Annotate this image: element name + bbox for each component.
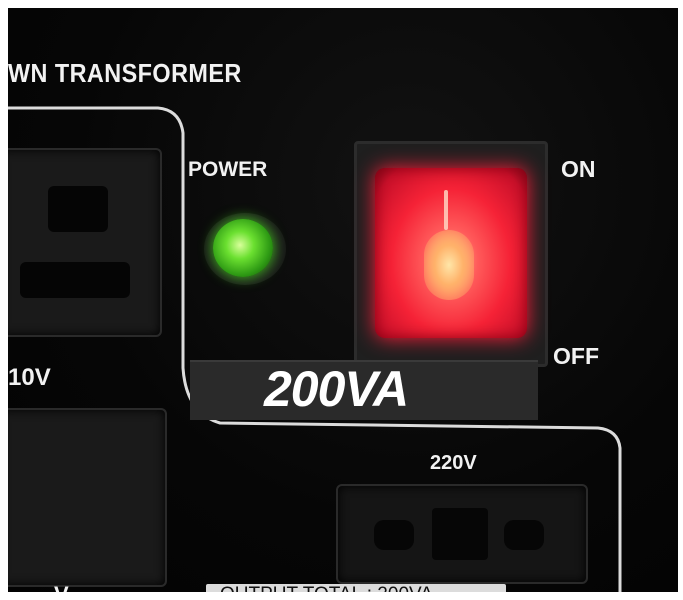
switch-bar-mark [444, 190, 448, 230]
outlet-slot [504, 520, 544, 550]
switch-lamp-glow [424, 230, 474, 300]
outlet-hole [48, 186, 108, 232]
outlet-slot [432, 508, 488, 560]
outlet-220v[interactable] [336, 484, 588, 584]
outlet-slot [374, 520, 414, 550]
transformer-panel-photo: WN TRANSFORMER 10V V POWER ON OFF 200VA … [8, 8, 678, 592]
outlet-110v[interactable] [8, 148, 162, 337]
rating-plate-text: 200VA [264, 361, 409, 417]
outlet-110v-label: 10V [8, 364, 51, 391]
switch-off-label: OFF [553, 343, 599, 369]
power-label: POWER [188, 158, 268, 181]
output-total-label: OUTPUT TOTAL : 200VA [220, 584, 433, 592]
outlet-bottom-label: V [54, 582, 69, 592]
outlet-bottom[interactable] [8, 408, 167, 587]
power-indicator-led-icon [213, 219, 273, 277]
switch-on-label: ON [561, 156, 596, 182]
outlet-hole [20, 262, 130, 298]
outlet-220v-label: 220V [430, 452, 477, 474]
